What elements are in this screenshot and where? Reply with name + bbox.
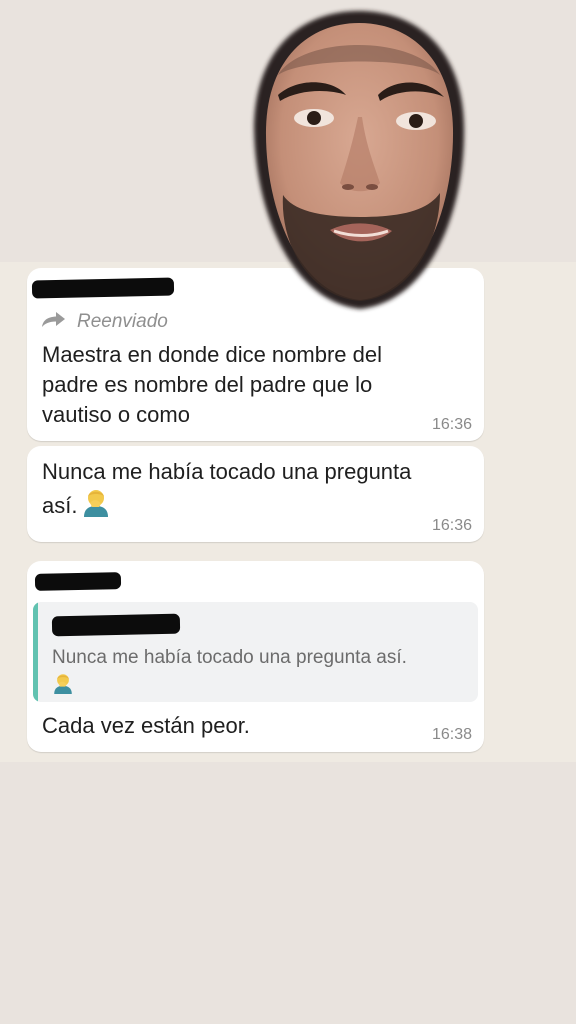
message-text: Nunca me había tocado una pregunta así. (42, 457, 411, 525)
quoted-line: Nunca me había tocado una pregunta así. (52, 647, 407, 668)
redacted-sender-name (31, 277, 175, 299)
message-line: así. (42, 487, 411, 525)
message-timestamp: 16:38 (431, 726, 472, 743)
person-facepalming-icon (81, 487, 111, 525)
message-bubble[interactable]: Nunca me había tocado una pregunta así. … (27, 446, 484, 542)
message-text: Cada vez están peor. (42, 713, 250, 738)
forwarded-label: Reenviado (77, 311, 168, 332)
message-line-text: así. (42, 493, 78, 518)
redacted-quoted-sender (51, 613, 181, 637)
message-line: Nunca me había tocado una pregunta (42, 459, 412, 484)
man-face-icon (248, 5, 470, 315)
quoted-text: Nunca me había tocado una pregunta así. (52, 644, 472, 702)
message-line: Maestra en donde dice nombre del (42, 342, 382, 367)
forward-arrow-icon (41, 310, 77, 334)
redacted-sender-name (34, 572, 122, 591)
message-line: padre es nombre del padre que lo (42, 372, 373, 397)
message-text: Maestra en donde dice nombre del padre e… (42, 340, 382, 430)
person-facepalming-icon (52, 674, 74, 699)
message-bubble-reply[interactable]: Nunca me había tocado una pregunta así. … (27, 561, 484, 752)
quoted-message[interactable]: Nunca me había tocado una pregunta así. (33, 602, 478, 702)
forwarded-indicator: Reenviado (41, 310, 168, 334)
quote-accent-bar (33, 602, 38, 702)
message-timestamp: 16:36 (431, 416, 472, 433)
message-timestamp: 16:36 (431, 517, 472, 534)
message-line: vautiso o como (42, 402, 190, 427)
